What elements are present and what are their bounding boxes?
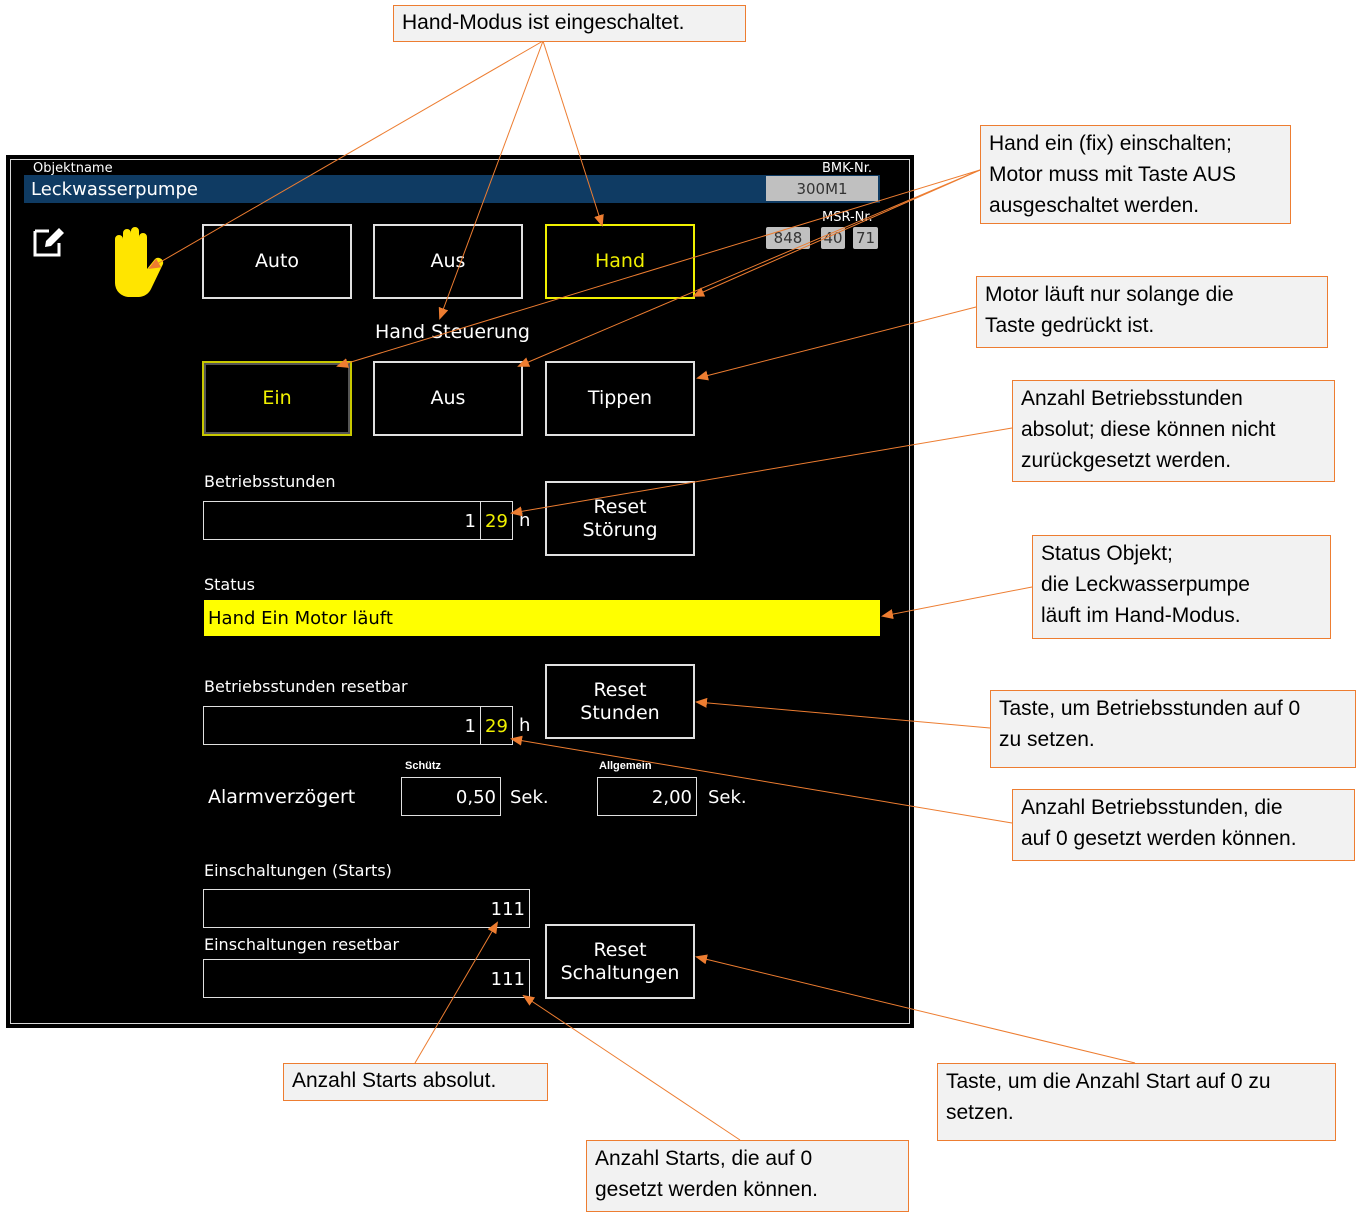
callout-reset-starts-line2: setzen. [946, 1101, 1014, 1124]
callout-starts-absolut: Anzahl Starts absolut. [283, 1063, 548, 1101]
callout-betriebsstunden-absolut: Anzahl Betriebsstunden absolut; diese kö… [1012, 380, 1335, 482]
callout-status-line3: läuft im Hand-Modus. [1041, 604, 1241, 627]
callout-reset-stunden-line2: zu setzen. [999, 728, 1095, 751]
callout-hand-ein-line1: Hand ein (fix) einschalten; [989, 132, 1232, 155]
callout-starts-resetbar: Anzahl Starts, die auf 0 gesetzt werden … [586, 1140, 909, 1212]
callout-hand-ein-line3: ausgeschaltet werden. [989, 194, 1200, 217]
callout-reset-stunden: Taste, um Betriebsstunden auf 0 zu setze… [990, 690, 1356, 768]
callout-status-line2: die Leckwasserpumpe [1041, 573, 1250, 596]
callout-hand-ein-line2: Motor muss mit Taste AUS [989, 163, 1237, 186]
callout-betriebsstunden-resetbar: Anzahl Betriebsstunden, die auf 0 gesetz… [1012, 789, 1355, 861]
callout-bst-abs-line1: Anzahl Betriebsstunden [1021, 387, 1243, 410]
callout-hand-modus: Hand-Modus ist eingeschaltet. [393, 5, 746, 42]
callout-tippen-line1: Motor läuft nur solange die [985, 283, 1234, 306]
callout-bst-res-line2: auf 0 gesetzt werden können. [1021, 827, 1297, 850]
callout-bst-abs-line3: zurückgesetzt werden. [1021, 449, 1232, 472]
callout-reset-stunden-line1: Taste, um Betriebsstunden auf 0 [999, 697, 1301, 720]
callout-starts-res-line1: Anzahl Starts, die auf 0 [595, 1147, 813, 1170]
callout-reset-starts-line1: Taste, um die Anzahl Start auf 0 zu [946, 1070, 1271, 1093]
callout-hand-ein: Hand ein (fix) einschalten; Motor muss m… [980, 125, 1291, 224]
callout-reset-starts: Taste, um die Anzahl Start auf 0 zu setz… [937, 1063, 1336, 1141]
callout-starts-res-line2: gesetzt werden können. [595, 1178, 818, 1201]
callout-status: Status Objekt; die Leckwasserpumpe läuft… [1032, 535, 1331, 639]
callout-bst-res-line1: Anzahl Betriebsstunden, die [1021, 796, 1283, 819]
callout-tippen: Motor läuft nur solange die Taste gedrüc… [976, 276, 1328, 348]
callout-bst-abs-line2: absolut; diese können nicht [1021, 418, 1276, 441]
callout-status-line1: Status Objekt; [1041, 542, 1173, 565]
callout-tippen-line2: Taste gedrückt ist. [985, 314, 1155, 337]
